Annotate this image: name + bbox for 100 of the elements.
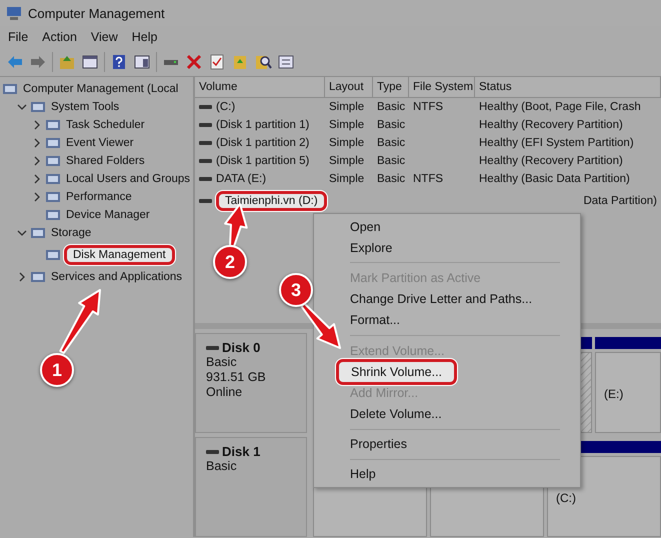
console-icon xyxy=(45,189,61,205)
chevron-down-icon[interactable] xyxy=(17,102,27,112)
console-icon xyxy=(45,153,61,169)
tree-item[interactable]: Performance xyxy=(64,191,134,203)
partition-block[interactable]: (E:) xyxy=(595,352,661,433)
tree-item[interactable]: Services and Applications xyxy=(49,271,184,283)
menu-item[interactable]: Explore xyxy=(350,240,392,255)
disk-name: Disk 0 xyxy=(222,340,260,355)
panel-icon[interactable] xyxy=(133,53,151,71)
tree-item[interactable]: Shared Folders xyxy=(64,155,147,167)
step-badge: 3 xyxy=(279,273,313,307)
table-cell: Healthy (Boot, Page File, Crash xyxy=(479,101,641,113)
column-header[interactable]: File System xyxy=(409,77,475,97)
menu-item[interactable]: Change Drive Letter and Paths... xyxy=(350,292,532,306)
drive-label[interactable]: (Disk 1 partition 1) xyxy=(216,119,310,131)
column-header[interactable]: Layout xyxy=(325,77,373,97)
disk-detail: Online xyxy=(206,385,244,400)
console-icon xyxy=(30,99,46,115)
menu-item[interactable]: Properties xyxy=(350,437,407,452)
drive-icon xyxy=(206,450,219,454)
drive-label[interactable]: (C:) xyxy=(216,101,236,113)
table-cell: Basic xyxy=(377,137,406,149)
tree-item[interactable]: Disk Management xyxy=(64,245,175,265)
tree-item[interactable]: Local Users and Groups xyxy=(64,173,192,185)
search-icon[interactable] xyxy=(254,53,272,71)
drive-label[interactable]: Taimienphi.vn (D:) xyxy=(216,191,327,211)
tree-item[interactable]: System Tools xyxy=(49,101,122,113)
table-cell: Healthy (Recovery Partition) xyxy=(479,119,623,131)
annotation-arrow xyxy=(300,302,341,349)
column-header[interactable]: Type xyxy=(373,77,409,97)
step-badge: 2 xyxy=(213,245,247,279)
tree-item[interactable]: Computer Management (Local xyxy=(21,83,180,95)
step-badge: 1 xyxy=(40,353,74,387)
help-icon[interactable] xyxy=(110,53,128,71)
tree-item[interactable]: Event Viewer xyxy=(64,137,136,149)
table-cell: Basic xyxy=(377,101,406,113)
menu-item[interactable]: Action xyxy=(36,28,83,46)
drive-label[interactable]: (Disk 1 partition 2) xyxy=(216,137,310,149)
table-cell: NTFS xyxy=(413,173,444,185)
checklist-icon[interactable] xyxy=(208,53,226,71)
table-cell: Healthy (Basic Data Partition) xyxy=(479,173,630,185)
drive-label[interactable]: DATA (E:) xyxy=(216,173,266,185)
drive-icon xyxy=(199,159,212,163)
drive-icon xyxy=(199,199,212,203)
chevron-right-icon[interactable] xyxy=(32,138,42,148)
table-cell: Simple xyxy=(329,173,364,185)
menu-item[interactable]: Format... xyxy=(350,313,400,328)
partition-bar xyxy=(595,337,661,349)
annotation-arrow xyxy=(59,289,101,354)
list-icon[interactable] xyxy=(277,53,295,71)
chevron-down-icon[interactable] xyxy=(17,228,27,238)
chevron-right-icon[interactable] xyxy=(32,192,42,202)
table-cell: Healthy (Recovery Partition) xyxy=(479,155,623,167)
delete-icon[interactable] xyxy=(185,53,203,71)
chevron-right-icon[interactable] xyxy=(17,272,27,282)
tree-item[interactable]: Storage xyxy=(49,227,94,239)
tree-item[interactable]: Task Scheduler xyxy=(64,119,147,131)
table-cell: Data Partition) xyxy=(583,195,657,207)
table-cell: Simple xyxy=(329,101,364,113)
disk-detail: 931.51 GB xyxy=(206,370,267,385)
table-cell: Simple xyxy=(329,155,364,167)
table-cell: NTFS xyxy=(413,101,444,113)
drive-icon xyxy=(199,177,212,181)
partition-label: (C:) xyxy=(556,491,576,505)
table-cell: Simple xyxy=(329,137,364,149)
menu-item[interactable]: Help xyxy=(126,28,164,46)
chevron-right-icon[interactable] xyxy=(32,174,42,184)
menu-item[interactable]: Delete Volume... xyxy=(350,407,442,422)
chevron-right-icon[interactable] xyxy=(32,120,42,130)
console-icon xyxy=(45,171,61,187)
console-icon xyxy=(2,81,18,97)
table-cell: Simple xyxy=(329,119,364,131)
drive-label[interactable]: (Disk 1 partition 5) xyxy=(216,155,310,167)
menu-item[interactable]: Open xyxy=(350,220,381,234)
table-cell: Healthy (EFI System Partition) xyxy=(479,137,634,149)
drive-icon xyxy=(199,141,212,145)
column-header[interactable]: Status xyxy=(475,77,661,97)
console-icon xyxy=(45,135,61,151)
console-icon xyxy=(45,207,61,223)
drive-icon xyxy=(206,346,219,350)
table-cell: Basic xyxy=(377,119,406,131)
chevron-right-icon[interactable] xyxy=(32,156,42,166)
drive-icon xyxy=(199,105,212,109)
disk-detail: Basic xyxy=(206,459,238,474)
column-header[interactable]: Volume xyxy=(195,77,325,97)
computer-icon xyxy=(6,5,22,21)
panel-icon[interactable] xyxy=(81,53,99,71)
disk-detail: Basic xyxy=(206,355,238,370)
console-icon xyxy=(45,117,61,133)
menu-item[interactable]: Help xyxy=(350,467,376,482)
console-icon xyxy=(45,247,61,263)
menu-item[interactable]: View xyxy=(84,28,124,46)
table-cell: Basic xyxy=(377,155,406,167)
tree-item[interactable]: Device Manager xyxy=(64,209,152,221)
window-title: Computer Management xyxy=(28,6,165,20)
console-icon xyxy=(30,269,46,285)
console-icon xyxy=(30,225,46,241)
menu-item[interactable]: Shrink Volume... xyxy=(336,358,458,385)
disk-name: Disk 1 xyxy=(222,444,260,459)
menu-item[interactable]: File xyxy=(2,28,34,46)
